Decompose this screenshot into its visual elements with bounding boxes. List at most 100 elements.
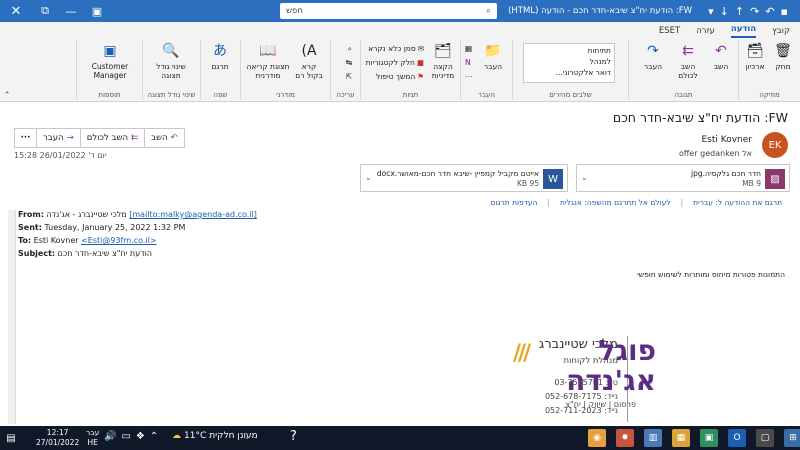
more-actions-button[interactable]: ···: [15, 129, 37, 147]
network-icon[interactable]: ▭: [121, 431, 130, 442]
categorize-button[interactable]: ■ חלק לקטגוריות: [366, 58, 424, 67]
categorize-label: חלק לקטגוריות: [365, 58, 415, 67]
chevron-down-icon[interactable]: ⌄: [581, 173, 588, 182]
separator: |: [680, 198, 684, 207]
folder-move-icon: 📁: [484, 42, 502, 59]
app-icon[interactable]: ▣: [700, 429, 718, 447]
immersive-reader-button[interactable]: 📖 תצוגת קריאה מודרנית: [246, 42, 290, 81]
collapse-ribbon-icon[interactable]: ⌃: [4, 90, 10, 99]
up-arrow-icon[interactable]: ↑: [735, 5, 744, 18]
outlook-icon[interactable]: O: [728, 429, 746, 447]
reply-all-button[interactable]: ⇇ השב לכולם: [670, 42, 706, 81]
company-logo: /// פוגל אג'נדה פרסום | שיווק | יח"צ: [508, 334, 658, 424]
down-arrow-icon[interactable]: ↓: [720, 5, 729, 18]
group-label-zoom: שינוי גודל תצוגה: [147, 91, 196, 99]
read-aloud-button[interactable]: A) קרא בקול רם: [294, 42, 324, 81]
never-translate-link[interactable]: לעולם אל תתרגם מהשפה: אנגלית: [560, 198, 671, 207]
group-label-editing: עריכה: [336, 91, 355, 99]
app-icon[interactable]: ▢: [756, 429, 774, 447]
translation-prefs-link[interactable]: העדפות תרגום: [490, 198, 537, 207]
undo-icon[interactable]: ↶: [765, 5, 774, 18]
related-icon[interactable]: ↹: [346, 58, 352, 67]
ribbon-group-tags: 🗂 הקצה מדיניות ✉ סמן כלא נקרא ■ חלק לקטגור…: [360, 40, 460, 100]
quick-step-item[interactable]: תתיחות: [527, 45, 611, 56]
chevron-up-icon[interactable]: ⌃: [150, 431, 158, 442]
customer-manager-button[interactable]: ▣ Customer Manager: [84, 42, 136, 81]
group-label-delete: מחיקה: [759, 91, 780, 99]
attachment-item[interactable]: W אייטם מקביל קמפיין -שיבא חדר חכם-מאושר…: [360, 164, 568, 192]
ribbon-tabs: קובץ הודעה עזרה ESET: [0, 22, 800, 38]
from-link[interactable]: [mailto:malky@agenda-ad.co.il]: [129, 210, 257, 219]
chrome-icon[interactable]: ◉: [588, 429, 606, 447]
close-window-button[interactable]: ✕: [0, 0, 32, 22]
attachment-name: חדר חכם גלקסיה.jpg: [691, 169, 761, 178]
find-icon[interactable]: ⌕: [348, 44, 352, 54]
tab-file[interactable]: קובץ: [772, 26, 790, 38]
help-icon[interactable]: ?: [290, 429, 297, 444]
policy-icon: 🗂: [434, 42, 452, 59]
system-tray: 🔊 ▭ ❖ ⌃: [104, 431, 158, 442]
rules-icon[interactable]: ▦: [465, 44, 472, 53]
redo-icon[interactable]: ↷: [750, 5, 759, 18]
follow-up-label: המשך טיפול: [376, 72, 416, 81]
clock-date: 27/01/2022: [36, 438, 80, 447]
archive-button[interactable]: 🗃 ארכיון: [740, 42, 770, 72]
reply-button[interactable]: ↶ השב: [706, 42, 736, 72]
dropbox-icon[interactable]: ❖: [136, 431, 145, 442]
assign-policy-label: הקצה מדיניות: [431, 62, 455, 80]
vertical-scrollbar[interactable]: [8, 210, 16, 424]
quick-step-item[interactable]: למנהל: [527, 56, 611, 67]
windows-icon[interactable]: ⊞: [784, 429, 800, 447]
app-icon[interactable]: ▥: [644, 429, 662, 447]
sender-avatar[interactable]: EK: [762, 132, 788, 158]
app-icon[interactable]: ▦: [672, 429, 690, 447]
quick-steps-gallery[interactable]: תתיחות למנהל דואר אלקטרוני...: [523, 43, 615, 83]
tab-help[interactable]: עזרה: [696, 26, 715, 38]
app-icon[interactable]: ✸: [616, 429, 634, 447]
reply-action-button[interactable]: ↶ השב: [145, 129, 184, 147]
weather-widget[interactable]: ☁ 11°C מעונן חלקית: [172, 431, 258, 441]
to-link[interactable]: <Esti@93fm.co.il>: [81, 236, 156, 245]
follow-up-button[interactable]: ⚑ המשך טיפול: [376, 72, 424, 81]
delete-button[interactable]: 🗑 מחק: [768, 42, 798, 72]
sender-name[interactable]: Esti Kovner: [702, 135, 753, 145]
taskbar-clock[interactable]: 12:17 27/01/2022: [36, 428, 79, 448]
volume-icon[interactable]: 🔊: [104, 431, 116, 442]
tab-message[interactable]: הודעה: [730, 24, 757, 38]
language-indicator[interactable]: עבר HE: [86, 428, 99, 448]
minimize-window-button[interactable]: —: [58, 0, 84, 22]
chevron-down-icon[interactable]: ⌄: [365, 173, 372, 182]
tab-eset[interactable]: ESET: [659, 26, 680, 38]
zoom-button[interactable]: 🔍 שינוי גודל תצוגה: [148, 42, 194, 81]
maximize-window-button[interactable]: ⧉: [32, 0, 58, 22]
attachment-item[interactable]: ▨ חדר חכם גלקסיה.jpg 9 MB ⌄: [576, 164, 790, 192]
reply-all-action-button[interactable]: ⇇ השב לכולם: [80, 129, 146, 147]
group-label-addins: תוספות: [98, 91, 121, 99]
quick-step-item[interactable]: דואר אלקטרוני...: [527, 67, 611, 78]
mark-unread-button[interactable]: ✉ סמן כלא נקרא: [368, 44, 424, 53]
reply-all-action-label: השב לכולם: [86, 133, 129, 143]
search-box[interactable]: ⌕ חפש: [280, 3, 497, 19]
select-icon[interactable]: ⇱: [346, 72, 352, 81]
to-value[interactable]: offer gedanken: [679, 149, 740, 158]
notifications-icon[interactable]: ▤: [0, 426, 22, 450]
category-icon: ■: [416, 58, 424, 67]
forward-button[interactable]: ↷ העבר: [638, 42, 668, 72]
actions-icon[interactable]: ⋯: [465, 72, 473, 81]
translate-button[interactable]: あ תרגם: [205, 42, 235, 72]
customize-icon[interactable]: ▾: [708, 5, 714, 18]
archive-icon: 🗃: [746, 42, 764, 59]
reply-icon: ↶: [170, 133, 178, 143]
onenote-icon[interactable]: N: [465, 58, 471, 67]
save-icon[interactable]: ▪: [781, 5, 788, 18]
assign-policy-button[interactable]: 🗂 הקצה מדיניות: [428, 42, 458, 81]
forward-action-button[interactable]: → העבר: [37, 129, 81, 147]
ribbon-group-editing: ⌕ ↹ ⇱ עריכה: [330, 40, 360, 100]
ribbon-group-immersive: A) קרא בקול רם 📖 תצוגת קריאה מודרנית מוד…: [240, 40, 330, 100]
move-button[interactable]: 📁 העבר: [478, 42, 508, 72]
group-label-immersive: מודרני: [276, 91, 295, 99]
delete-label: מחק: [775, 62, 791, 71]
translate-link[interactable]: תרגם את ההודעה ל: עברית: [693, 198, 782, 207]
ribbon-display-options-button[interactable]: ▣: [84, 0, 110, 22]
translation-bar: תרגם את ההודעה ל: עברית | לעולם אל תתרגם…: [490, 198, 782, 207]
